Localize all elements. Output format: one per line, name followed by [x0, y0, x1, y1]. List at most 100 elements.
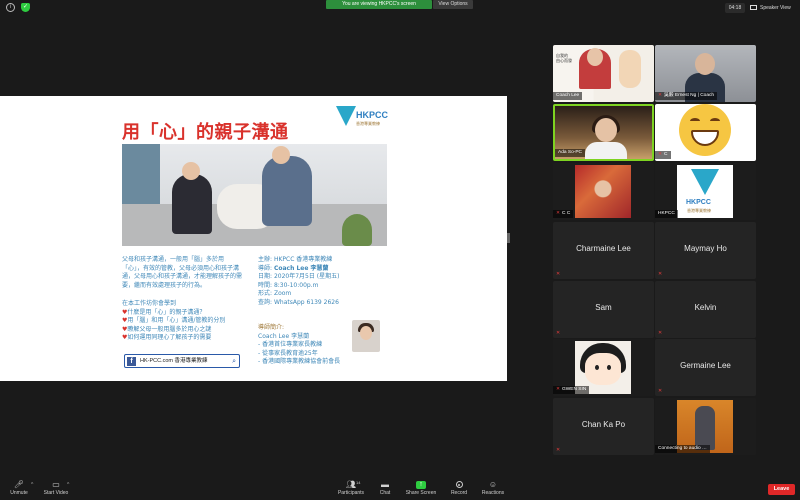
detail-row: 時間: 8:30-10:00p.m: [258, 281, 319, 289]
search-icon: ⌕: [232, 358, 236, 365]
bio-heading: 導師簡介:: [258, 324, 285, 331]
microphone-icon: 🎤︎: [13, 480, 25, 489]
muted-mic-icon: ✕: [658, 271, 663, 277]
shield-icon[interactable]: ✓: [21, 3, 30, 12]
participant-tile-maymay[interactable]: Maymay Ho ✕: [655, 222, 756, 279]
detail-row: 日期: 2020年7月5日 (星期五): [258, 273, 340, 280]
muted-mic-icon: ✕: [658, 93, 663, 98]
participant-tile-gwen[interactable]: ✕ GWEN SIN: [553, 339, 654, 396]
shared-screen: 用「心」的親子溝通 HKPCC 香港專業教練 父母和孩子溝通，一般用「腦」多於用…: [0, 96, 507, 381]
facebook-page-text: HK-PCC.com 香港專業教練: [140, 358, 208, 364]
participant-tile-connecting[interactable]: Connecting to audio …: [655, 398, 756, 455]
muted-mic-icon: ✕: [556, 387, 561, 392]
participant-tile-hkpcc[interactable]: HKPCC 香港專業教練 HKPCC: [655, 163, 756, 220]
learn-heading: 在本工作坊你會學到: [122, 300, 177, 307]
participant-name: ✕ 吳毅 Ernest Ng | Coach: [655, 92, 718, 100]
split-resize-handle[interactable]: [507, 233, 510, 243]
facebook-icon: f: [127, 357, 136, 366]
participant-display-name: Sam: [595, 303, 612, 312]
leave-button[interactable]: Leave: [768, 484, 795, 495]
muted-mic-icon: ✕: [556, 271, 561, 277]
logo-subtitle: 香港專業教練: [356, 121, 380, 126]
participants-icon: 👥︎: [345, 480, 357, 489]
coach-bio: 導師簡介: Coach Lee 李慧蘭 - 香港首位專業家長教練 - 從事家長教…: [258, 324, 348, 367]
muted-mic-icon: ✕: [658, 388, 663, 394]
participant-name: HKPCC: [655, 210, 678, 218]
reactions-label: Reactions: [481, 490, 505, 496]
reactions-icon: ☺: [488, 480, 498, 489]
facebook-search-bar: f HK-PCC.com 香港專業教練 ⌕: [124, 354, 240, 368]
participant-display-name: Chan Ka Po: [581, 420, 626, 429]
speaker-view-label: Speaker View: [760, 5, 791, 11]
muted-mic-icon: ✕: [556, 330, 561, 336]
participant-name: Coach Lee: [553, 92, 583, 100]
participant-display-name: Kelvin: [694, 303, 717, 312]
participants-button[interactable]: 👥︎ 14 Participants: [336, 480, 366, 498]
unmute-button[interactable]: 🎤︎ Unmute: [6, 480, 32, 498]
logo-brand: HKPCC: [356, 110, 389, 120]
share-screen-label: Share Screen: [405, 490, 437, 496]
detail-row: 主辦: HKPCC 香港專業教練: [258, 256, 333, 263]
participant-tile-kelvin[interactable]: Kelvin ✕: [655, 281, 756, 338]
chat-label: Chat: [379, 490, 391, 496]
viewing-screen-banner: You are viewing HKPCC's screen: [326, 0, 432, 9]
share-screen-button[interactable]: ↑ Share Screen: [404, 480, 438, 498]
learn-item: ♥什麼是用「心」的親子溝通？: [122, 308, 206, 316]
view-options-button[interactable]: View Options: [433, 0, 473, 9]
participant-tile-charmaine[interactable]: Charmaine Lee ✕: [553, 222, 654, 279]
participant-display-name: Charmaine Lee: [576, 244, 631, 253]
participant-tile-chan-ka-po[interactable]: Chan Ka Po ✕: [553, 398, 654, 455]
participant-tile-ada[interactable]: Ada So-PC: [553, 104, 654, 161]
learn-list: 在本工作坊你會學到 ♥什麼是用「心」的親子溝通？ ♥用「腦」和用「心」溝通/管教…: [122, 300, 242, 343]
participant-name: Connecting to audio …: [655, 445, 710, 453]
hkpcc-logo: HKPCC 香港專業教練: [336, 104, 392, 132]
start-video-label: Start Video: [43, 490, 69, 496]
participant-tile-coach-lee[interactable]: 自我的 由心而發 Coach Lee: [553, 45, 654, 102]
share-screen-icon: ↑: [416, 481, 426, 489]
slide-poster: 用「心」的親子溝通 HKPCC 香港專業教練 父母和孩子溝通，一般用「腦」多於用…: [112, 96, 397, 381]
top-bar: i ✓ You are viewing HKPCC's screen View …: [0, 0, 800, 16]
audio-options-caret[interactable]: ^: [31, 482, 33, 488]
muted-mic-icon: ✕: [556, 211, 561, 216]
participant-display-name: Germaine Lee: [680, 361, 731, 370]
chat-button[interactable]: ▬ Chat: [375, 480, 395, 498]
record-button[interactable]: Record: [448, 480, 470, 498]
muted-mic-icon: ✕: [658, 330, 663, 336]
bio-line: - 香港國際專業教練協會前會長: [258, 358, 341, 365]
participant-name: Ada So-PC: [555, 149, 585, 157]
detail-row: 形式: Zoom: [258, 290, 292, 297]
family-photo: [122, 144, 387, 246]
info-icon[interactable]: i: [6, 3, 15, 12]
meeting-timer: 04:18: [725, 3, 745, 13]
participant-tile-germaine[interactable]: Germaine Lee ✕: [655, 339, 756, 396]
muted-mic-icon: ✕: [658, 152, 663, 157]
participant-tile-cc[interactable]: ✕ C C: [553, 163, 654, 220]
participant-name: ✕ GWEN SIN: [553, 386, 590, 394]
meeting-toolbar: 🎤︎ Unmute ^ ▭ Start Video ^ 👥︎ 14 Partic…: [0, 478, 800, 500]
chat-icon: ▬: [381, 480, 389, 489]
participant-tile-sam[interactable]: Sam ✕: [553, 281, 654, 338]
event-details: 主辦: HKPCC 香港專業教練 導師: Coach Lee 李慧蘭 日期: 2…: [258, 256, 388, 307]
bio-line: - 從事家長教育逾25年: [258, 349, 318, 357]
detail-row: 導師: Coach Lee 李慧蘭: [258, 264, 329, 272]
bio-name: Coach Lee 李慧蘭: [258, 332, 310, 340]
reactions-button[interactable]: ☺ Reactions: [480, 480, 506, 498]
speaker-view-button[interactable]: Speaker View: [750, 3, 796, 13]
learn-item: ♥用「腦」和用「心」溝通/管教的分別: [122, 317, 226, 324]
participant-tile-c[interactable]: ✕ C: [655, 104, 756, 161]
record-icon: [455, 481, 463, 488]
participant-tile-ernest[interactable]: ✕ 吳毅 Ernest Ng | Coach: [655, 45, 756, 102]
participant-name: ✕ C: [655, 151, 671, 159]
video-options-caret[interactable]: ^: [67, 482, 69, 488]
record-label: Record: [450, 490, 468, 496]
coach-photo: [352, 320, 380, 352]
slide-title: 用「心」的親子溝通: [122, 122, 289, 143]
participant-name: ✕ C C: [553, 210, 574, 218]
participants-count: 14: [356, 480, 361, 485]
intro-paragraph: 父母和孩子溝通，一般用「腦」多於用「心」，有效的管教，父母必須用心和孩子溝通，父…: [122, 256, 243, 289]
logo-triangle: [336, 106, 356, 126]
participants-label: Participants: [337, 490, 365, 496]
grid-icon: [750, 5, 757, 10]
detail-row: 查詢: WhatsApp 6139 2626: [258, 298, 339, 306]
unmute-label: Unmute: [10, 490, 28, 496]
